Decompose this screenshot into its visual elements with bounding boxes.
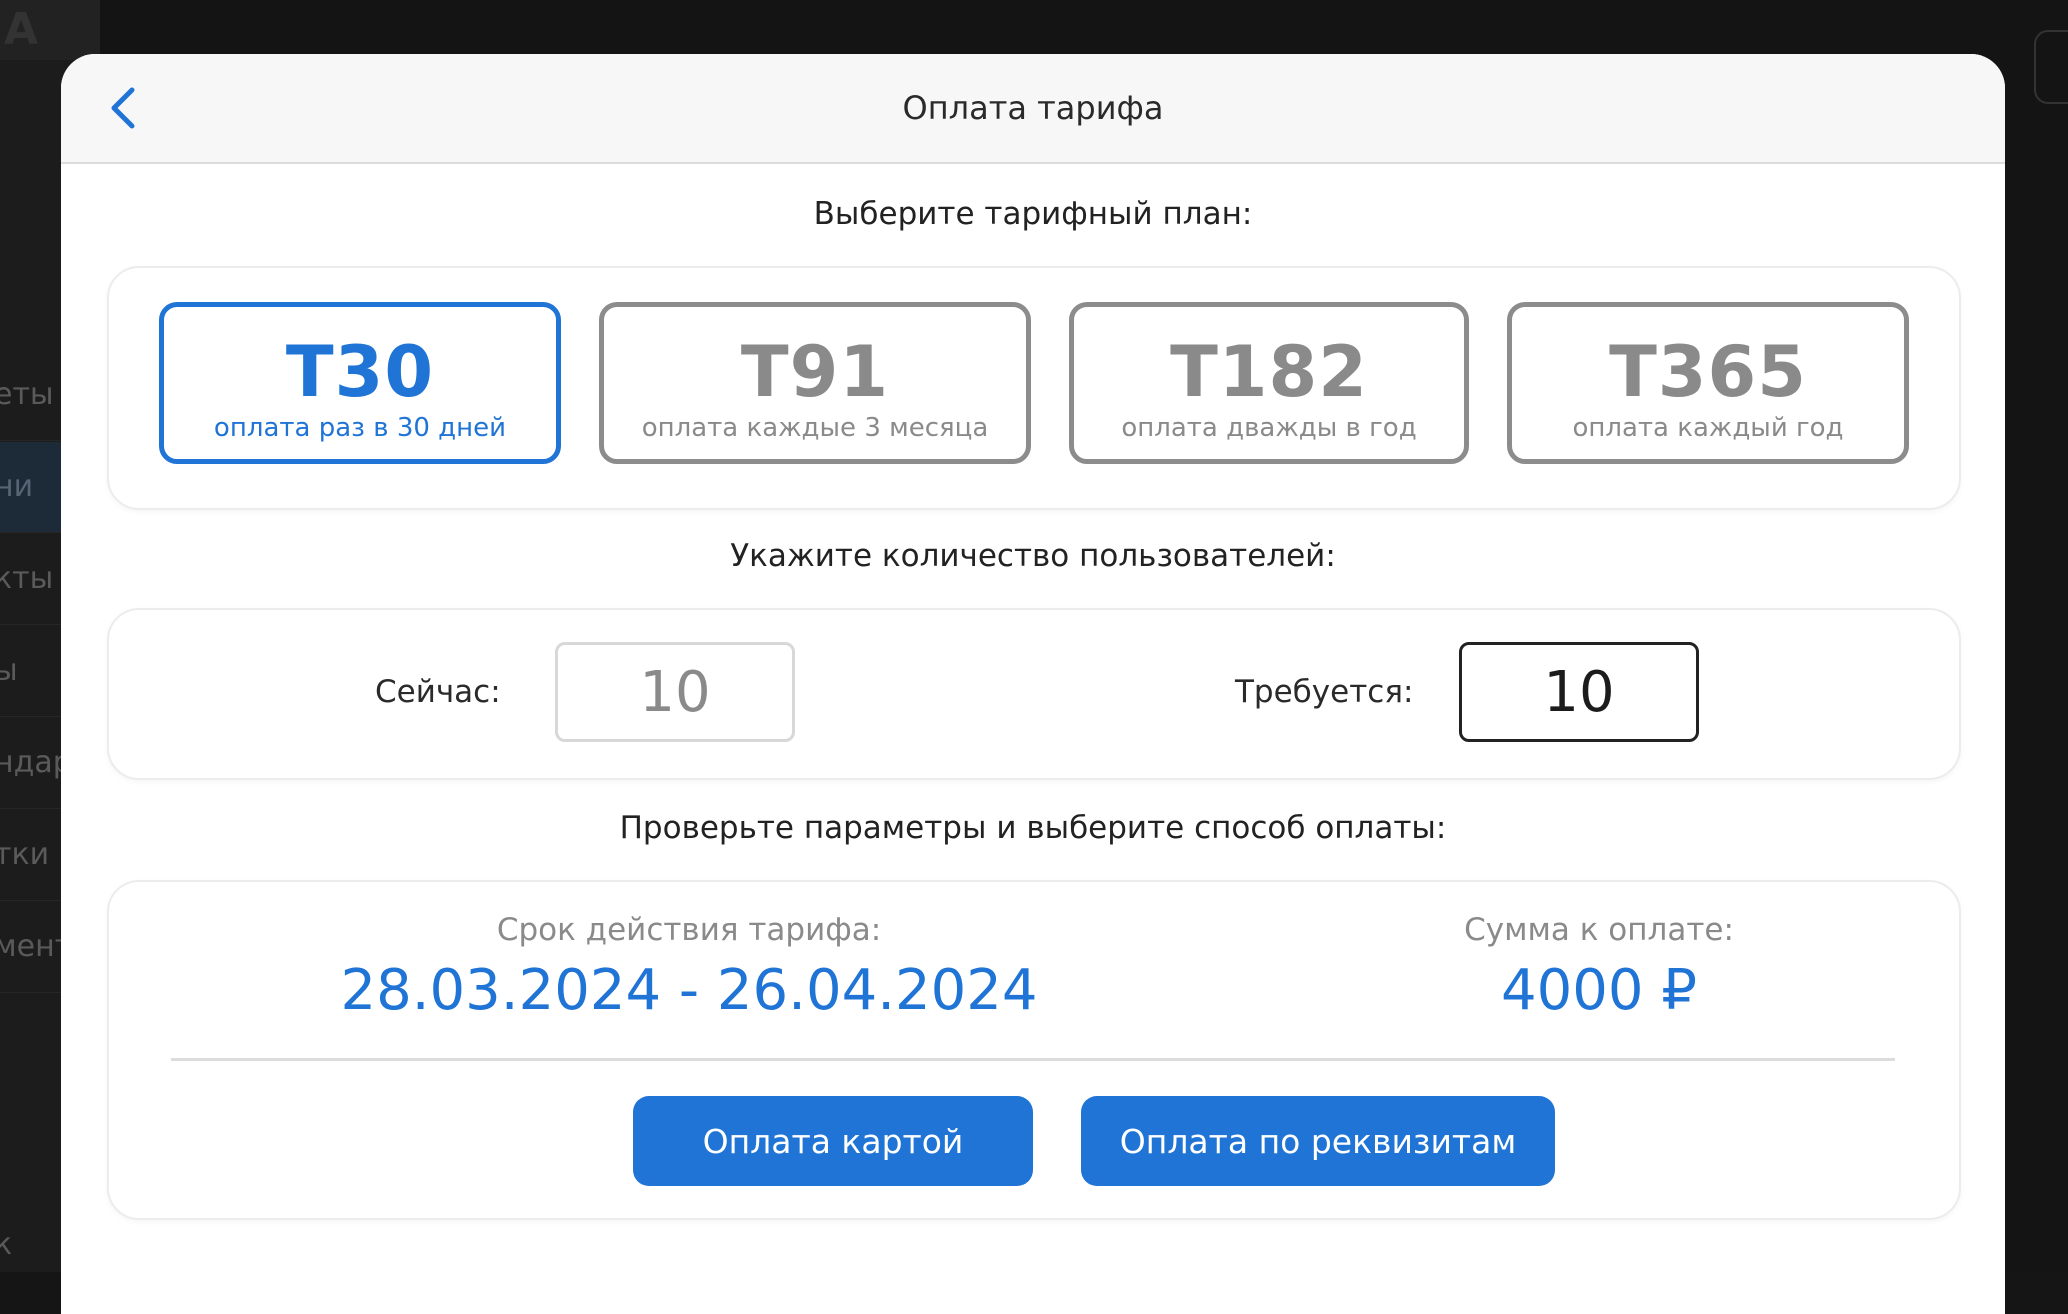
plan-name: T91 <box>740 331 890 413</box>
plan-description: оплата дважды в год <box>1121 413 1417 443</box>
current-users-label: Сейчас: <box>375 674 501 710</box>
amount-label: Сумма к оплате: <box>1464 912 1734 948</box>
summary-divider <box>171 1058 1895 1061</box>
required-users-label: Требуется: <box>1235 674 1414 710</box>
pay-invoice-button[interactable]: Оплата по реквизитам <box>1081 1096 1555 1186</box>
current-users-field <box>555 642 795 742</box>
period-label: Срок действия тарифа: <box>496 912 882 948</box>
plan-t91[interactable]: T91 оплата каждые 3 месяца <box>599 302 1031 464</box>
plan-name: T365 <box>1609 331 1807 413</box>
plan-t30[interactable]: T30 оплата раз в 30 дней <box>159 302 561 464</box>
payment-modal: Оплата тарифа Выберите тарифный план: T3… <box>61 54 2005 1314</box>
plan-name: T182 <box>1170 331 1368 413</box>
users-section-label: Укажите количество пользователей: <box>730 538 1336 574</box>
amount-value: 4000 ₽ <box>1501 958 1697 1023</box>
summary-card: Срок действия тарифа: 28.03.2024 - 26.04… <box>107 880 1961 1220</box>
required-users-input[interactable] <box>1459 642 1699 742</box>
period-value: 28.03.2024 - 26.04.2024 <box>340 958 1038 1023</box>
users-card: Сейчас: Требуется: <box>107 608 1961 780</box>
plan-description: оплата каждый год <box>1572 413 1844 443</box>
plans-section-label: Выберите тарифный план: <box>813 196 1253 232</box>
background-logo: A <box>0 0 100 60</box>
plan-description: оплата раз в 30 дней <box>213 413 507 443</box>
plan-t182[interactable]: T182 оплата дважды в год <box>1069 302 1469 464</box>
plan-t365[interactable]: T365 оплата каждый год <box>1507 302 1909 464</box>
modal-title: Оплата тарифа <box>902 89 1164 127</box>
summary-section-label: Проверьте параметры и выберите способ оп… <box>619 810 1447 846</box>
plans-card: T30 оплата раз в 30 дней T91 оплата кажд… <box>107 266 1961 510</box>
plan-name: T30 <box>285 331 435 413</box>
background-control <box>2034 30 2068 104</box>
plan-description: оплата каждые 3 месяца <box>641 413 989 443</box>
pay-card-button[interactable]: Оплата картой <box>633 1096 1033 1186</box>
modal-header: Оплата тарифа <box>61 54 2005 164</box>
